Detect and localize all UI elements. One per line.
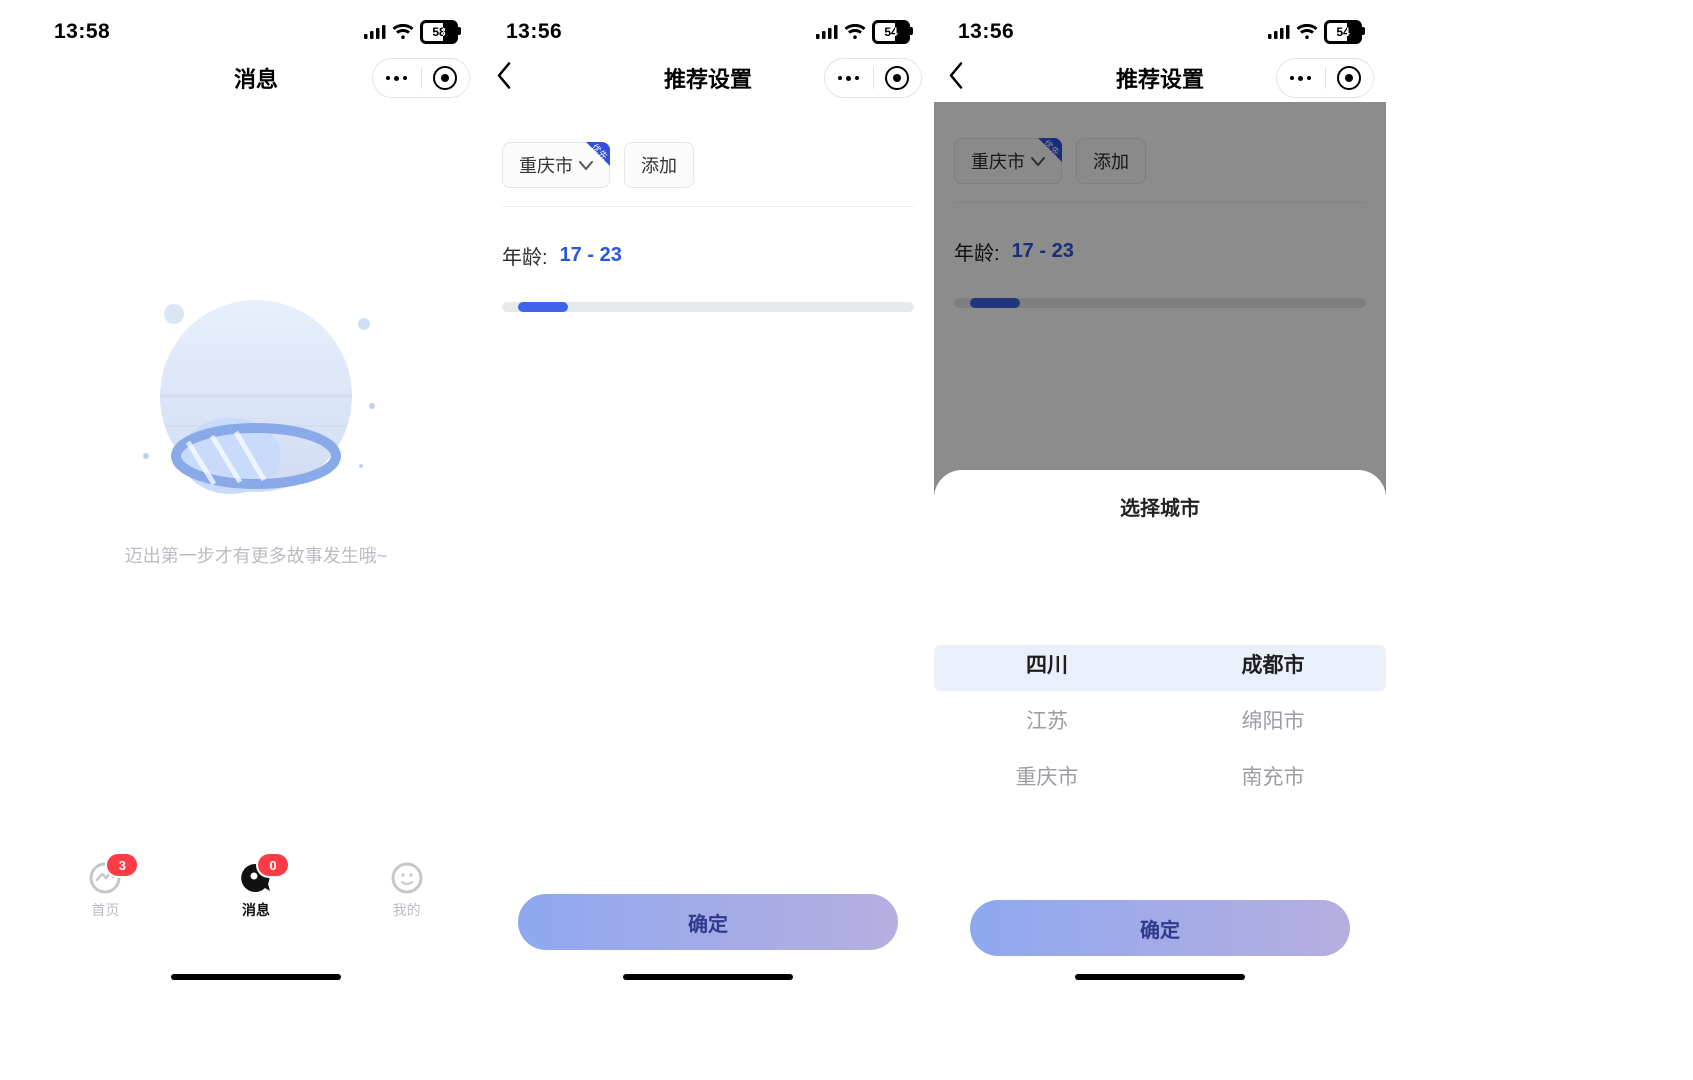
home-indicator[interactable] <box>623 974 793 980</box>
wifi-icon <box>392 24 414 40</box>
age-row: 年龄: 17 - 23 <box>482 207 934 284</box>
nav-bar: 推荐设置 <box>482 50 934 106</box>
status-bar: 13:56 54 <box>934 10 1386 50</box>
page-title: 推荐设置 <box>664 62 752 94</box>
signal-icon <box>364 25 386 39</box>
age-label: 年龄: <box>502 241 548 270</box>
tab-me[interactable]: 我的 <box>389 860 425 920</box>
home-indicator[interactable] <box>1075 974 1245 980</box>
confirm-label: 确定 <box>1140 914 1180 943</box>
age-slider[interactable] <box>502 302 914 312</box>
tab-me-label: 我的 <box>393 900 421 920</box>
picker-item[interactable]: 南充市 <box>1242 761 1305 791</box>
picker-item[interactable]: 成都市 <box>1242 649 1305 679</box>
status-bar: 13:58 58 <box>30 10 482 50</box>
add-city-chip[interactable]: 添加 <box>624 142 694 188</box>
nav-bar: 消息 <box>30 50 482 106</box>
wifi-icon <box>1296 24 1318 40</box>
planet-illustration <box>116 286 396 526</box>
picker-item[interactable]: 四川 <box>1026 649 1068 679</box>
age-slider-fill <box>518 302 567 312</box>
city-picker-sheet: 选择城市 四川 江苏 重庆市 成都市 绵阳市 南充市 <box>934 470 1386 990</box>
add-chip-label: 添加 <box>641 152 677 178</box>
capsule-more-icon[interactable] <box>825 76 873 81</box>
home-badge: 3 <box>107 854 137 876</box>
status-time: 13:56 <box>506 20 562 44</box>
tab-home-label: 首页 <box>91 900 119 920</box>
confirm-label: 确定 <box>688 908 728 937</box>
city-chip[interactable]: 重庆市 优先 <box>502 142 610 188</box>
city-column[interactable]: 成都市 绵阳市 南充市 <box>1160 645 1386 880</box>
battery-icon: 54 <box>1324 20 1362 44</box>
signal-icon <box>816 25 838 39</box>
status-time: 13:58 <box>54 20 110 44</box>
wifi-icon <box>844 24 866 40</box>
capsule-more-icon[interactable] <box>373 76 421 81</box>
sheet-confirm-button[interactable]: 确定 <box>970 900 1350 956</box>
priority-ribbon: 优先 <box>576 142 610 176</box>
empty-state-text: 迈出第一步才有更多故事发生哦~ <box>125 542 388 568</box>
battery-icon: 58 <box>420 20 458 44</box>
capsule-close-icon[interactable] <box>1326 66 1374 90</box>
status-time: 13:56 <box>958 20 1014 44</box>
phone-screen-messages: 13:58 58 消息 <box>30 10 482 990</box>
picker-item[interactable]: 重庆市 <box>1016 761 1079 791</box>
capsule-more-icon[interactable] <box>1277 76 1325 81</box>
picker-item[interactable]: 江苏 <box>1026 705 1068 735</box>
home-indicator[interactable] <box>171 974 341 980</box>
picker-item[interactable]: 绵阳市 <box>1242 705 1305 735</box>
tab-messages-label: 消息 <box>242 900 270 920</box>
capsule-menu[interactable] <box>1276 58 1374 98</box>
capsule-menu[interactable] <box>372 58 470 98</box>
tab-bar: 3 首页 0 消息 我的 <box>30 848 482 990</box>
capsule-close-icon[interactable] <box>874 66 922 90</box>
confirm-button[interactable]: 确定 <box>518 894 898 950</box>
province-column[interactable]: 四川 江苏 重庆市 <box>934 645 1160 880</box>
nav-bar: 推荐设置 <box>934 50 1386 106</box>
messages-icon: 0 <box>238 860 274 896</box>
messages-badge: 0 <box>258 854 288 876</box>
sheet-title: 选择城市 <box>934 470 1386 533</box>
battery-icon: 54 <box>872 20 910 44</box>
city-chip-label: 重庆市 <box>519 152 573 178</box>
signal-icon <box>1268 25 1290 39</box>
back-button[interactable] <box>496 62 512 95</box>
page-title: 推荐设置 <box>1116 62 1204 94</box>
city-picker[interactable]: 四川 江苏 重庆市 成都市 绵阳市 南充市 <box>934 645 1386 880</box>
back-button[interactable] <box>948 62 964 95</box>
capsule-close-icon[interactable] <box>422 66 470 90</box>
me-icon <box>389 860 425 896</box>
capsule-menu[interactable] <box>824 58 922 98</box>
tab-home[interactable]: 3 首页 <box>87 860 123 920</box>
home-icon: 3 <box>87 860 123 896</box>
age-value: 17 - 23 <box>560 244 622 267</box>
tab-messages[interactable]: 0 消息 <box>238 860 274 920</box>
empty-state: 迈出第一步才有更多故事发生哦~ <box>30 286 482 568</box>
page-title: 消息 <box>234 62 278 94</box>
phone-screen-city-picker: 13:56 54 推荐设置 重庆市 优先 <box>934 10 1386 990</box>
status-bar: 13:56 54 <box>482 10 934 50</box>
phone-screen-recommend-settings: 13:56 54 推荐设置 重庆市 优先 添加 <box>482 10 934 990</box>
